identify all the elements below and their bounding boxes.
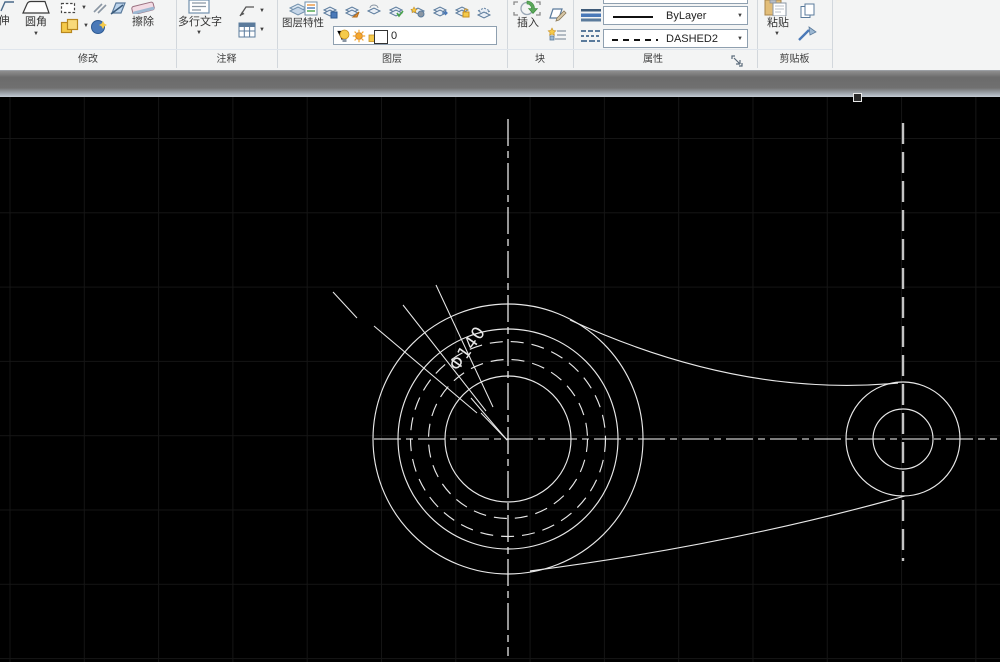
table-icon[interactable] <box>238 22 256 38</box>
linetype-select-arrow[interactable]: ▼ <box>737 36 743 42</box>
mtext-icon <box>188 0 212 14</box>
linetype-select[interactable]: DASHED2 ▼ <box>603 29 748 48</box>
table-dropdown-arrow[interactable]: ▼ <box>259 27 265 33</box>
fillet-button[interactable]: 圆角 <box>20 16 52 28</box>
construction-ray-3-segment <box>333 292 357 318</box>
lineweight-value: ByLayer <box>666 10 706 22</box>
chamfer-edit-icon[interactable] <box>107 0 127 16</box>
lineweight-sample <box>613 16 653 18</box>
current-layer-name: 0 <box>391 30 397 42</box>
paste-icon <box>763 0 793 16</box>
panel-label-annotate: 注释 <box>176 53 277 67</box>
copy-clip-icon[interactable] <box>800 3 817 19</box>
array-icon[interactable] <box>60 2 77 14</box>
leader-arrow-line-2 <box>481 413 507 440</box>
viewport-grip[interactable] <box>853 93 862 102</box>
ribbon: 伸 圆角 ▼ ▼ ▼ <box>0 0 1000 71</box>
stretch-icon[interactable] <box>0 0 15 12</box>
fillet-dropdown-arrow[interactable]: ▼ <box>33 31 39 37</box>
match-properties-brush-icon[interactable] <box>797 25 818 42</box>
layer-properties-button[interactable]: 图层特性 <box>279 17 327 29</box>
linetype-sample <box>612 39 658 41</box>
drawing-geometry: Φ140 <box>0 97 1000 662</box>
arm-top-edge <box>570 320 898 385</box>
linetype-value: DASHED2 <box>666 33 718 45</box>
panel-label-layers: 图层 <box>277 53 507 67</box>
panel-label-clipboard: 剪贴板 <box>757 53 832 67</box>
leader-dropdown-arrow[interactable]: ▼ <box>259 8 265 14</box>
lineweight-select[interactable]: ByLayer ▼ <box>603 6 748 25</box>
layer-select[interactable]: 0 ▼ <box>333 26 497 45</box>
panel-separator <box>832 0 833 68</box>
panel-label-modify: 修改 <box>0 53 176 67</box>
stretch-button[interactable]: 伸 <box>0 15 14 27</box>
mtext-dropdown-arrow[interactable]: ▼ <box>196 30 202 36</box>
block-edit-icon[interactable] <box>548 6 567 22</box>
block-attributes-icon[interactable] <box>547 27 568 44</box>
layer-color-swatch[interactable] <box>374 30 388 44</box>
insert-block-icon <box>512 0 544 16</box>
linetype-icon[interactable] <box>580 29 603 44</box>
arm-bottom-edge <box>530 496 905 571</box>
explode-icon[interactable] <box>92 2 108 14</box>
properties-dialog-launcher-icon[interactable] <box>731 55 744 67</box>
insert-block-button[interactable]: 插入 <box>514 17 542 29</box>
lineweight-icon[interactable] <box>580 8 603 22</box>
label-row-divider <box>0 49 832 50</box>
drawing-window-titlebar[interactable] <box>0 71 1000 97</box>
fillet-icon <box>20 0 52 14</box>
scale-icon[interactable] <box>90 18 109 35</box>
lineweight-select-arrow[interactable]: ▼ <box>737 13 743 19</box>
erase-button[interactable]: 擦除 <box>128 16 158 28</box>
color-select-partial[interactable] <box>603 0 748 4</box>
autocad-window: { "ribbon": { "modify": {"label":"修改","s… <box>0 0 1000 662</box>
drawing-canvas[interactable]: Φ140 <box>0 97 1000 662</box>
panel-label-block: 块 <box>507 53 573 67</box>
erase-icon <box>128 0 160 14</box>
layer-properties-icon <box>288 0 318 16</box>
layer-tools-icons[interactable] <box>322 3 498 20</box>
dimension-text: Φ140 <box>445 323 490 375</box>
mtext-button[interactable]: 多行文字 <box>178 16 222 28</box>
layer-on-bulb-icon[interactable] <box>338 29 351 43</box>
layer-thaw-sun-icon[interactable] <box>352 29 366 43</box>
paste-dropdown-arrow[interactable]: ▼ <box>774 31 780 37</box>
array-dropdown-arrow[interactable]: ▼ <box>81 5 87 11</box>
copy-icon[interactable] <box>60 18 81 34</box>
panel-label-properties: 属性 <box>573 53 733 67</box>
copy-dropdown-arrow[interactable]: ▼ <box>83 23 89 29</box>
leader-icon[interactable] <box>238 3 256 18</box>
paste-button[interactable]: 粘贴 <box>764 17 792 29</box>
